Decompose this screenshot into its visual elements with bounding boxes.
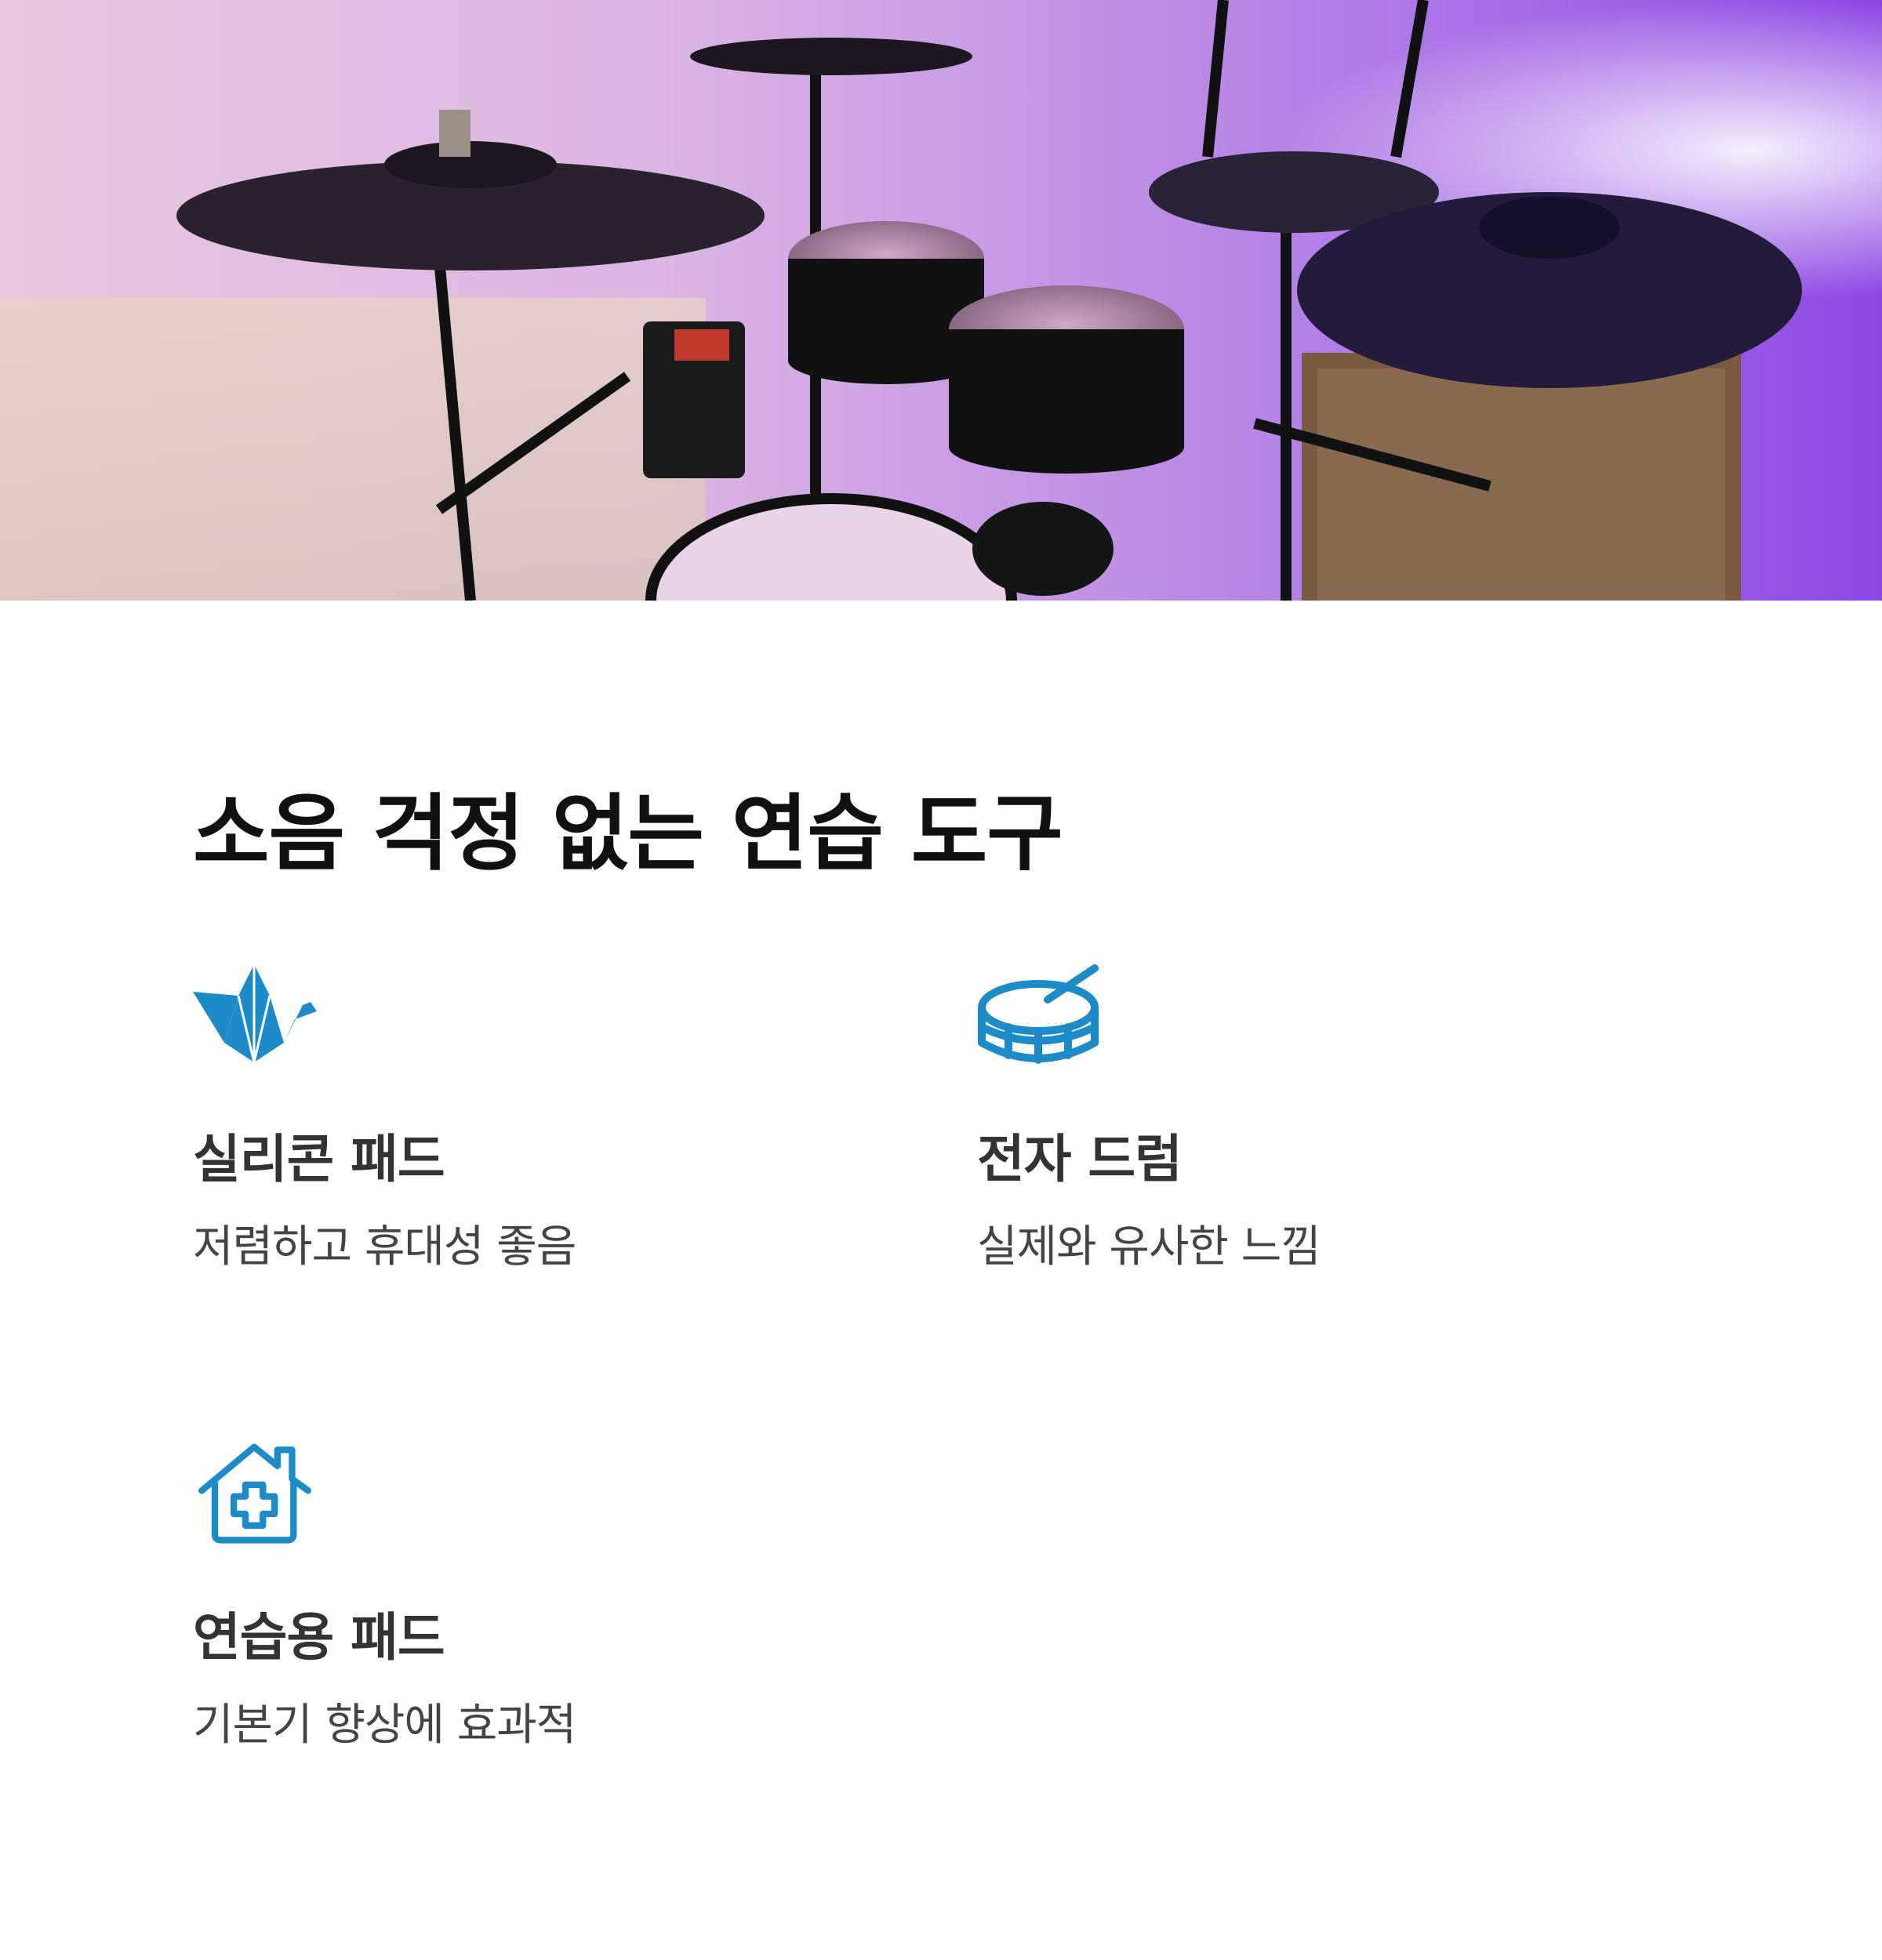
snare-drum-icon [978, 964, 1099, 1064]
feature-silicone-pad: 실리콘 패드 저렴하고 휴대성 좋음 [193, 964, 820, 1272]
origami-crane-icon [193, 964, 317, 1063]
feature-title: 실리콘 패드 [193, 1129, 445, 1189]
drum-kit-photo [0, 0, 1882, 601]
house-plus-icon [198, 1443, 312, 1544]
feature-description: 저렴하고 휴대성 좋음 [193, 1221, 576, 1272]
feature-description: 실제와 유사한 느낌 [977, 1221, 1321, 1272]
section-title: 소음 걱정 없는 연습 도구 [193, 786, 1063, 882]
feature-practice-pad: 연습용 패드 기본기 향상에 효과적 [193, 1443, 820, 1751]
hero-image [0, 0, 1882, 601]
feature-title: 전자 드럼 [977, 1129, 1183, 1189]
feature-title: 연습용 패드 [193, 1607, 445, 1668]
feature-description: 기본기 향상에 효과적 [193, 1700, 576, 1751]
feature-electronic-drum: 전자 드럼 실제와 유사한 느낌 [977, 964, 1604, 1272]
